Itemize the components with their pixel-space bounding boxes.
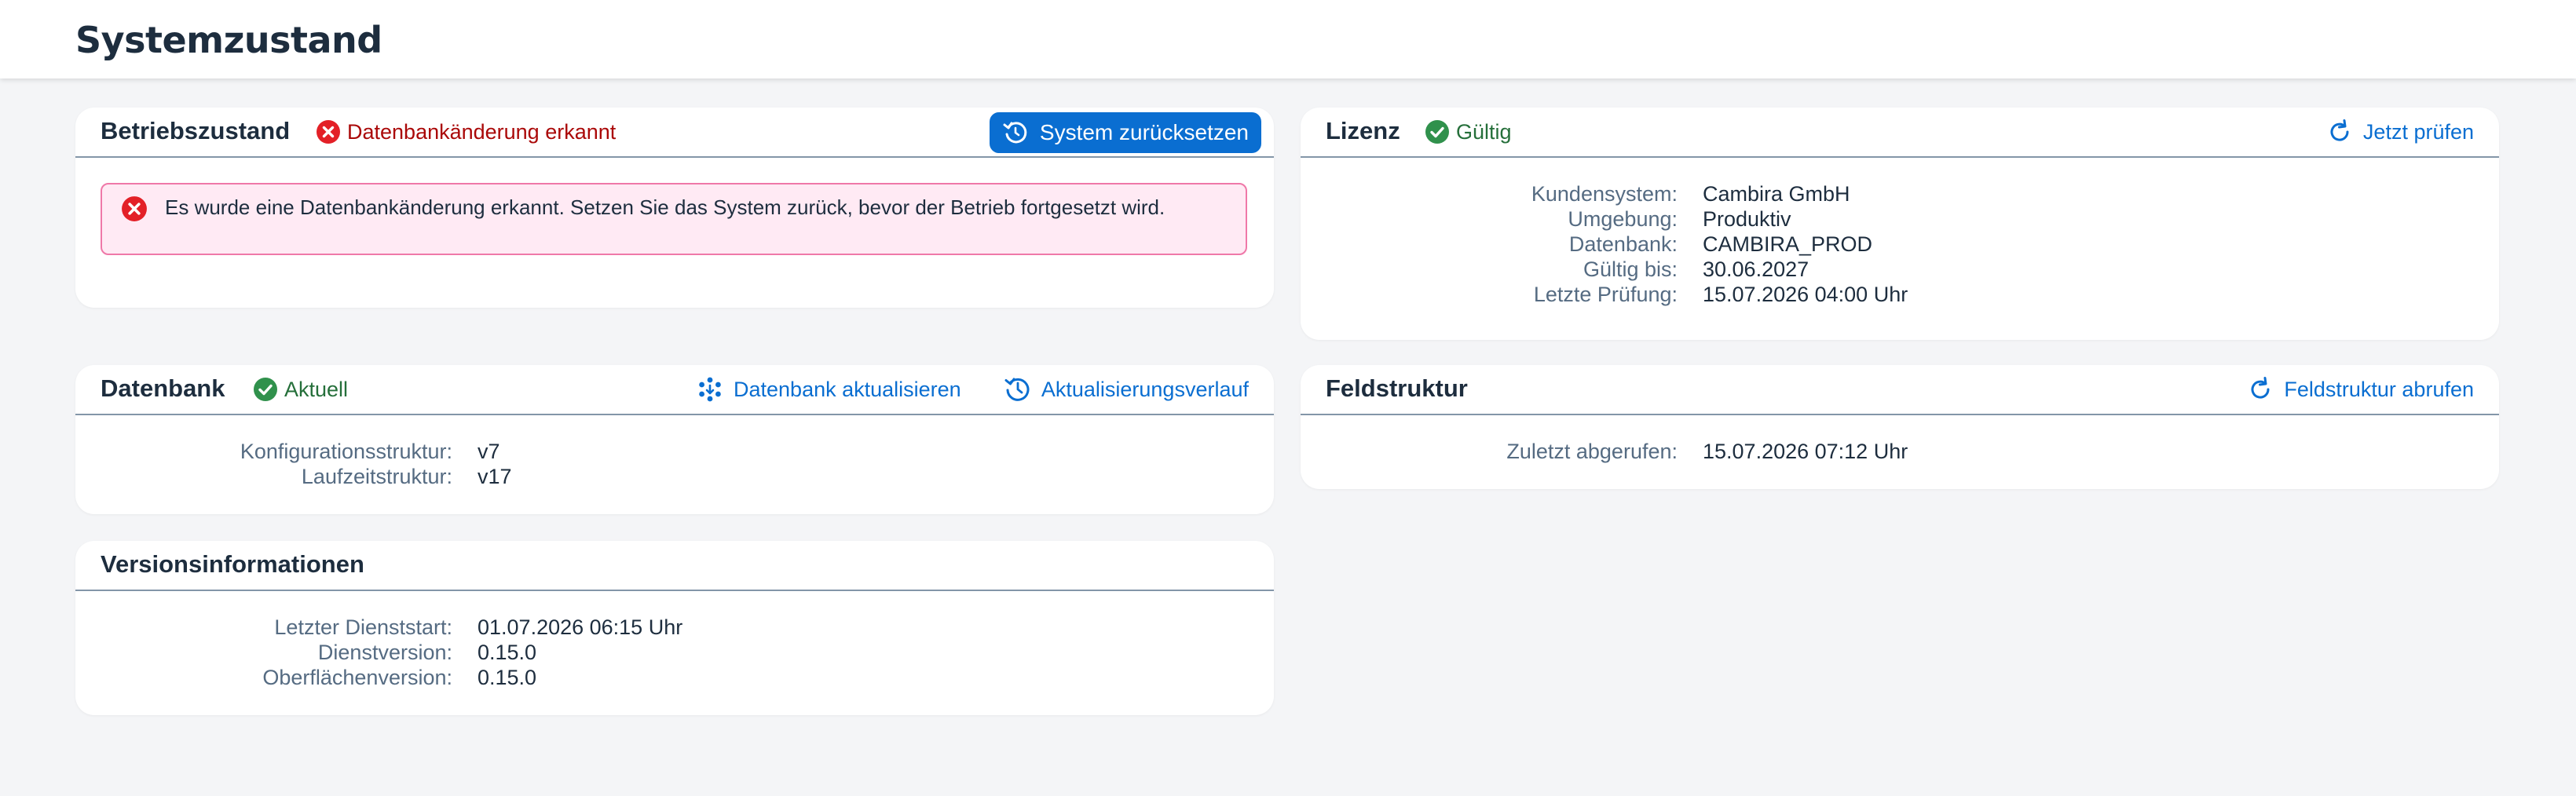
database-row: Konfigurationsstruktur: v7 bbox=[75, 439, 512, 464]
update-history-button[interactable]: Aktualisierungsverlauf bbox=[1004, 374, 1249, 404]
field-value: CAMBIRA_PROD bbox=[1703, 232, 1873, 256]
field-value: 15.07.2026 04:00 Uhr bbox=[1703, 283, 1908, 306]
field-label: Kundensystem: bbox=[1531, 182, 1678, 206]
error-circle-icon bbox=[317, 120, 340, 144]
field-label: Letzter Dienststart: bbox=[274, 615, 452, 639]
system-reset-button[interactable]: System zurücksetzen bbox=[989, 112, 1261, 153]
field-label: Datenbank: bbox=[1568, 232, 1678, 256]
field-value: Produktiv bbox=[1703, 207, 1791, 231]
license-row: Letzte Prüfung: 15.07.2026 04:00 Uhr bbox=[1301, 282, 1908, 307]
license-row: Kundensystem: Cambira GmbH bbox=[1301, 181, 1908, 206]
field-structure-details: Zuletzt abgerufen: 15.07.2026 07:12 Uhr bbox=[1301, 439, 1908, 464]
card-title: Versionsinformationen bbox=[101, 550, 364, 578]
top-bar: Systemzustand bbox=[0, 0, 2576, 79]
field-value: v7 bbox=[478, 440, 500, 463]
page-title: Systemzustand bbox=[75, 19, 382, 61]
card-header: Feldstruktur Feldstruktur abrufen bbox=[1301, 365, 2499, 415]
field-value: 30.06.2027 bbox=[1703, 257, 1809, 281]
field-label: Dienstversion: bbox=[317, 641, 452, 664]
datenbank-card: Datenbank Aktuell Datenbank aktualisiere… bbox=[75, 365, 1274, 514]
status-text: Gültig bbox=[1456, 119, 1512, 144]
field-value: 01.07.2026 06:15 Uhr bbox=[478, 615, 683, 639]
field-structure-row: Zuletzt abgerufen: 15.07.2026 07:12 Uhr bbox=[1301, 439, 1908, 464]
field-value: 0.15.0 bbox=[478, 641, 537, 664]
field-label: Gültig bis: bbox=[1583, 257, 1678, 281]
card-title: Feldstruktur bbox=[1326, 374, 1468, 402]
success-check-icon bbox=[254, 378, 277, 401]
license-details: Kundensystem: Cambira GmbH Umgebung: Produ… bbox=[1301, 181, 1908, 307]
update-database-button[interactable]: Datenbank aktualisieren bbox=[696, 374, 961, 404]
update-database-label: Datenbank aktualisieren bbox=[734, 377, 961, 401]
version-row: Oberflächenversion: 0.15.0 bbox=[75, 665, 682, 690]
card-title: Datenbank bbox=[101, 374, 225, 402]
field-value: Cambira GmbH bbox=[1703, 182, 1850, 206]
lizenz-card: Lizenz Gültig Jetzt prüfen Kundensystem:… bbox=[1301, 108, 2499, 340]
status-badge: Datenbankänderung erkannt bbox=[316, 119, 616, 145]
status-text: Aktuell bbox=[284, 377, 349, 401]
field-value: 0.15.0 bbox=[478, 666, 537, 689]
card-title: Betriebszustand bbox=[101, 117, 291, 144]
database-details: Konfigurationsstruktur: v7 Laufzeitstrukt… bbox=[75, 439, 512, 489]
history-icon bbox=[1004, 378, 1030, 401]
version-details: Letzter Dienststart: 01.07.2026 06:15 Uhr… bbox=[75, 615, 682, 690]
version-row: Dienstversion: 0.15.0 bbox=[75, 640, 682, 665]
refresh-icon bbox=[2330, 119, 2349, 141]
field-label: Zuletzt abgerufen: bbox=[1506, 440, 1678, 463]
field-label: Konfigurationsstruktur: bbox=[240, 440, 452, 463]
card-header: Versionsinformationen bbox=[75, 541, 1274, 591]
status-text: Datenbankänderung erkannt bbox=[347, 119, 617, 144]
error-circle-icon bbox=[122, 196, 147, 221]
fetch-field-structure-button[interactable]: Feldstruktur abrufen bbox=[2246, 374, 2474, 404]
update-history-label: Aktualisierungsverlauf bbox=[1041, 377, 1249, 401]
alert-message: Es wurde eine Datenbankänderung erkannt.… bbox=[165, 195, 1165, 219]
database-row: Laufzeitstruktur: v17 bbox=[75, 464, 512, 489]
card-header: Datenbank Aktuell Datenbank aktualisiere… bbox=[75, 365, 1274, 415]
field-label: Umgebung: bbox=[1568, 207, 1678, 231]
error-alert: Es wurde eine Datenbankänderung erkannt.… bbox=[101, 183, 1247, 255]
card-title: Lizenz bbox=[1326, 117, 1400, 144]
system-reset-label: System zurücksetzen bbox=[1039, 120, 1249, 144]
check-now-button[interactable]: Jetzt prüfen bbox=[2325, 117, 2474, 147]
field-label: Oberflächenversion: bbox=[262, 666, 452, 689]
success-check-icon bbox=[1425, 120, 1449, 144]
refresh-icon bbox=[2251, 377, 2270, 399]
field-label: Letzte Prüfung: bbox=[1533, 283, 1678, 306]
license-row: Datenbank: CAMBIRA_PROD bbox=[1301, 232, 1908, 257]
reset-icon bbox=[1003, 122, 1027, 144]
field-value: v17 bbox=[478, 465, 512, 488]
check-now-label: Jetzt prüfen bbox=[2362, 119, 2474, 144]
card-header: Betriebszustand Datenbankänderung erkann… bbox=[75, 108, 1274, 158]
field-value: 15.07.2026 07:12 Uhr bbox=[1703, 440, 1908, 463]
license-row: Gültig bis: 30.06.2027 bbox=[1301, 257, 1908, 282]
fetch-field-structure-label: Feldstruktur abrufen bbox=[2284, 377, 2474, 401]
database-update-icon bbox=[699, 377, 721, 402]
version-row: Letzter Dienststart: 01.07.2026 06:15 Uhr bbox=[75, 615, 682, 640]
feldstruktur-card: Feldstruktur Feldstruktur abrufen Zuletz… bbox=[1301, 365, 2499, 489]
license-row: Umgebung: Produktiv bbox=[1301, 206, 1908, 232]
versionsinformationen-card: Versionsinformationen Letzter Dienststar… bbox=[75, 541, 1274, 715]
betriebszustand-card: Betriebszustand Datenbankänderung erkann… bbox=[75, 108, 1274, 308]
status-badge: Gültig bbox=[1425, 119, 1512, 145]
status-badge: Aktuell bbox=[253, 376, 348, 403]
card-header: Lizenz Gültig Jetzt prüfen bbox=[1301, 108, 2499, 158]
field-label: Laufzeitstruktur: bbox=[301, 465, 452, 488]
